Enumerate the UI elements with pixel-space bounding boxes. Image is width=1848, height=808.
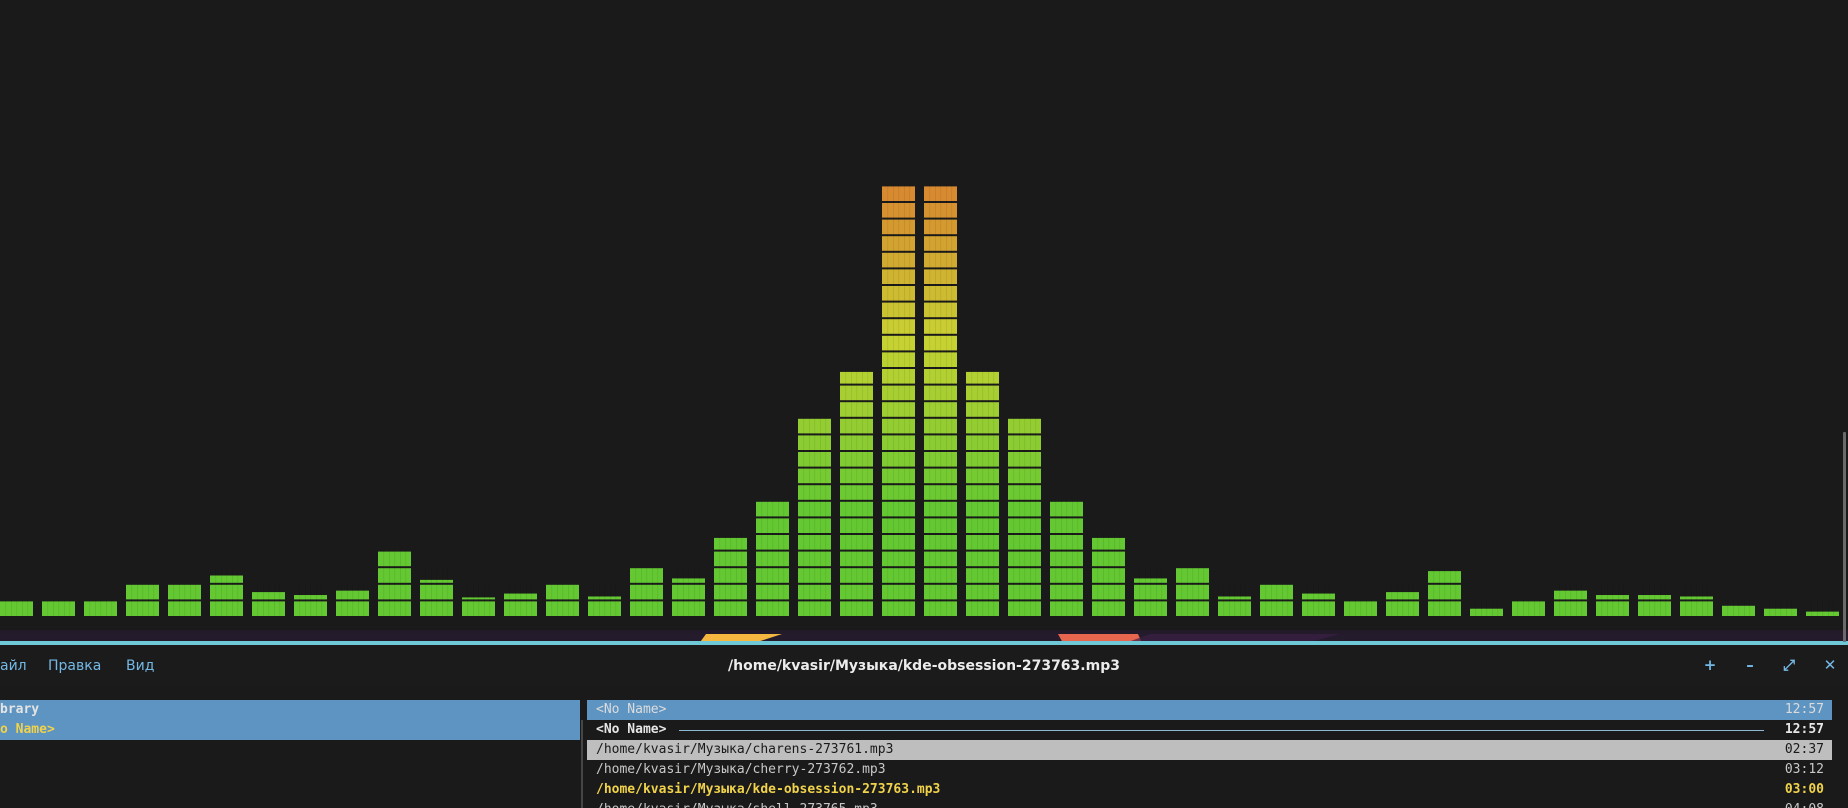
track-row[interactable]: /home/kvasir/Музыка/cherry-273762.mp3 03… bbox=[587, 760, 1832, 780]
spectrum-bar bbox=[1260, 582, 1293, 616]
track-path: /home/kvasir/Музыка/kde-obsession-273763… bbox=[596, 782, 941, 797]
spectrum-bar bbox=[1050, 499, 1083, 616]
track-row[interactable]: /home/kvasir/Музыка/charens-273761.mp3 0… bbox=[587, 740, 1832, 760]
desktop-wallpaper-strip bbox=[0, 630, 1848, 641]
spectrum-bar bbox=[546, 582, 579, 616]
group-separator-line bbox=[679, 730, 1764, 731]
library-pane: brary o Name> bbox=[0, 700, 580, 808]
track-row-playing[interactable]: /home/kvasir/Музыка/kde-obsession-273763… bbox=[587, 780, 1832, 800]
spectrum-bar bbox=[1638, 582, 1671, 616]
spectrum-bar bbox=[1680, 582, 1713, 616]
spectrum-visualizer bbox=[0, 0, 1848, 630]
track-duration: 02:37 bbox=[1784, 742, 1824, 757]
track-path: /home/kvasir/Музыка/shell-273765.mp3 bbox=[596, 800, 878, 808]
window-title: /home/kvasir/Музыка/kde-obsession-273763… bbox=[728, 658, 1120, 674]
library-item-label: brary bbox=[0, 702, 40, 717]
spectrum-bar bbox=[294, 582, 327, 616]
spectrum-bar bbox=[630, 566, 663, 616]
spectrum-bar bbox=[84, 599, 117, 616]
spectrum-bar bbox=[378, 549, 411, 616]
spectrum-bar bbox=[1344, 599, 1377, 616]
group-duration: 12:57 bbox=[1784, 722, 1824, 737]
track-duration: 04:08 bbox=[1785, 800, 1824, 808]
spectrum-bar bbox=[420, 566, 453, 616]
spectrum-bar bbox=[1470, 599, 1503, 616]
pane-divider[interactable] bbox=[581, 720, 583, 808]
maximize-icon[interactable]: ⤢ bbox=[1777, 654, 1801, 676]
spectrum-bars bbox=[0, 184, 1839, 616]
spectrum-bar bbox=[210, 566, 243, 616]
spectrum-bar bbox=[1134, 566, 1167, 616]
spectrum-bar bbox=[504, 582, 537, 616]
spectrum-bar bbox=[588, 582, 621, 616]
spectrum-bar bbox=[42, 599, 75, 616]
spectrum-bar bbox=[882, 184, 915, 616]
group-name: <No Name> bbox=[596, 722, 667, 737]
spectrum-bar bbox=[0, 599, 33, 616]
spectrum-bar bbox=[1512, 599, 1545, 616]
spectrum-bar bbox=[336, 582, 369, 616]
spectrum-bar bbox=[168, 582, 201, 616]
spectrum-bar bbox=[1008, 416, 1041, 616]
spectrum-bar bbox=[798, 416, 831, 616]
track-row[interactable]: /home/kvasir/Музыка/shell-273765.mp3 04:… bbox=[587, 800, 1832, 808]
library-item-label: o Name> bbox=[0, 722, 55, 737]
track-duration: 03:00 bbox=[1784, 782, 1824, 797]
scrollbar[interactable] bbox=[1843, 432, 1846, 642]
spectrum-bar bbox=[966, 367, 999, 616]
spectrum-bar bbox=[672, 566, 705, 616]
track-path: /home/kvasir/Музыка/cherry-273762.mp3 bbox=[596, 762, 886, 777]
spectrum-bar bbox=[462, 582, 495, 616]
track-duration: 03:12 bbox=[1784, 762, 1824, 777]
playlist-group-row[interactable]: <No Name> 12:57 bbox=[587, 720, 1832, 740]
spectrum-bar bbox=[1176, 566, 1209, 616]
spectrum-bar bbox=[1302, 582, 1335, 616]
spectrum-bar bbox=[1596, 582, 1629, 616]
spectrum-bar bbox=[1386, 582, 1419, 616]
library-item[interactable]: brary bbox=[0, 700, 580, 720]
spectrum-bar bbox=[714, 533, 747, 616]
spectrum-bar bbox=[252, 582, 285, 616]
playlist-header-row[interactable]: <No Name> 12:57 bbox=[587, 700, 1832, 720]
app-window: айл Правка Вид /home/kvasir/Музыка/kde-o… bbox=[0, 0, 1848, 808]
spectrum-bar bbox=[1806, 599, 1839, 616]
spectrum-bar bbox=[1554, 582, 1587, 616]
playlist-pane: <No Name> 12:57 <No Name> 12:57 /home/kv… bbox=[587, 700, 1832, 808]
playlist-name: <No Name> bbox=[596, 702, 667, 717]
add-icon[interactable]: + bbox=[1698, 654, 1722, 676]
spectrum-bar bbox=[1764, 599, 1797, 616]
playlist-total-duration: 12:57 bbox=[1784, 702, 1824, 717]
window-titlebar: айл Правка Вид /home/kvasir/Музыка/kde-o… bbox=[0, 645, 1848, 687]
library-item[interactable]: o Name> bbox=[0, 720, 580, 740]
track-path: /home/kvasir/Музыка/charens-273761.mp3 bbox=[596, 742, 894, 757]
spectrum-bar bbox=[1218, 582, 1251, 616]
spectrum-bar bbox=[840, 367, 873, 616]
spectrum-bar bbox=[924, 184, 957, 616]
close-icon[interactable]: ✕ bbox=[1818, 654, 1842, 676]
minimize-icon[interactable]: – bbox=[1738, 654, 1762, 676]
spectrum-bar bbox=[1428, 566, 1461, 616]
spectrum-bar bbox=[1722, 599, 1755, 616]
spectrum-bar bbox=[126, 582, 159, 616]
spectrum-bar bbox=[756, 499, 789, 616]
spectrum-bar bbox=[1092, 533, 1125, 616]
